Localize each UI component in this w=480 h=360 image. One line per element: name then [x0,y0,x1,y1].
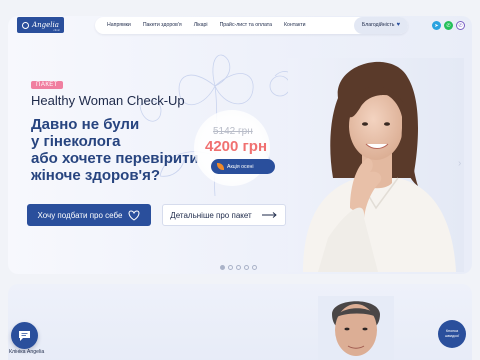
want-care-button[interactable]: Хочу подбати про себе [27,204,151,226]
logo-sub: clinic [53,28,60,32]
doctors-section [8,284,472,360]
slider-dot[interactable] [228,265,233,270]
clinic-logo[interactable]: Angelia clinic [17,17,64,33]
package-badge: ПАКЕТ [31,81,63,89]
package-details-button[interactable]: Детальніше про пакет [162,204,286,226]
social-links: ➤ ✆ ✆ [432,21,465,30]
slider-next-arrow-icon[interactable]: › [458,158,461,169]
chat-label: Клініка Angelia [9,349,45,355]
heart-outline-icon [129,209,140,221]
package-details-label: Детальніше про пакет [170,210,252,220]
slider-dots [220,265,257,270]
main-nav: Напрямки Пакети здоров'я Лікарі Прайс-ли… [95,17,408,34]
nav-item-directions[interactable]: Напрямки [95,17,137,34]
new-price: 4200 грн [205,138,268,155]
slider-dot[interactable] [220,265,225,270]
slider-dot[interactable] [236,265,241,270]
whatsapp-icon[interactable]: ✆ [444,21,453,30]
logo-mark-icon [22,21,30,29]
package-title: Healthy Woman Check-Up [31,93,185,108]
heart-icon: ♥ [396,22,400,28]
arrow-right-icon [261,212,277,218]
leaf-icon [217,163,224,170]
slider-dot[interactable] [252,265,257,270]
promo-label: Акція осені [227,163,254,170]
charity-label: Благодійність [361,22,395,28]
telegram-icon[interactable]: ➤ [432,21,441,30]
emergency-line: швидкої [444,334,460,338]
viber-icon[interactable]: ✆ [456,21,465,30]
doctor-photo [318,296,394,360]
slider-dot[interactable] [244,265,249,270]
want-care-label: Хочу подбати про себе [37,210,123,220]
promo-badge[interactable]: Акція осені [211,159,275,174]
chat-bubble-icon [19,330,30,341]
chat-button[interactable] [11,322,38,349]
nav-item-contacts[interactable]: Контакти [278,17,312,34]
woman-photo [288,58,464,272]
emergency-button[interactable]: Кнопка швидкої [438,320,466,348]
old-price: 5142 грн [213,126,253,137]
nav-item-price-list[interactable]: Прайс-лист та оплата [214,17,278,34]
nav-item-doctors[interactable]: Лікарі [188,17,214,34]
nav-item-charity[interactable]: Благодійність ♥ [353,17,408,34]
nav-item-health-packages[interactable]: Пакети здоров'я [137,17,188,34]
